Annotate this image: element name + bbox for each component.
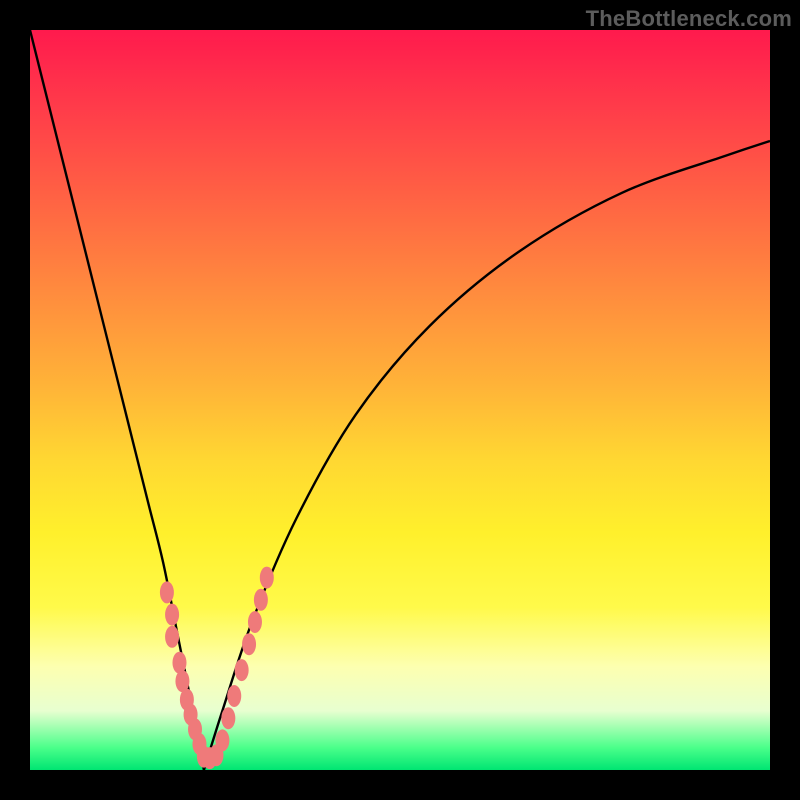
- data-marker: [165, 604, 179, 626]
- data-marker: [254, 589, 268, 611]
- data-marker: [235, 659, 249, 681]
- curve-right-arm: [204, 141, 770, 770]
- watermark-text: TheBottleneck.com: [586, 6, 792, 32]
- data-marker: [227, 685, 241, 707]
- data-marker: [248, 611, 262, 633]
- data-marker: [260, 567, 274, 589]
- curve-group: [30, 30, 770, 770]
- data-marker: [221, 707, 235, 729]
- chart-svg: [30, 30, 770, 770]
- data-marker: [215, 729, 229, 751]
- data-markers: [160, 567, 274, 770]
- data-marker: [242, 633, 256, 655]
- data-marker: [160, 581, 174, 603]
- data-marker: [172, 652, 186, 674]
- data-marker: [165, 626, 179, 648]
- chart-frame: TheBottleneck.com: [0, 0, 800, 800]
